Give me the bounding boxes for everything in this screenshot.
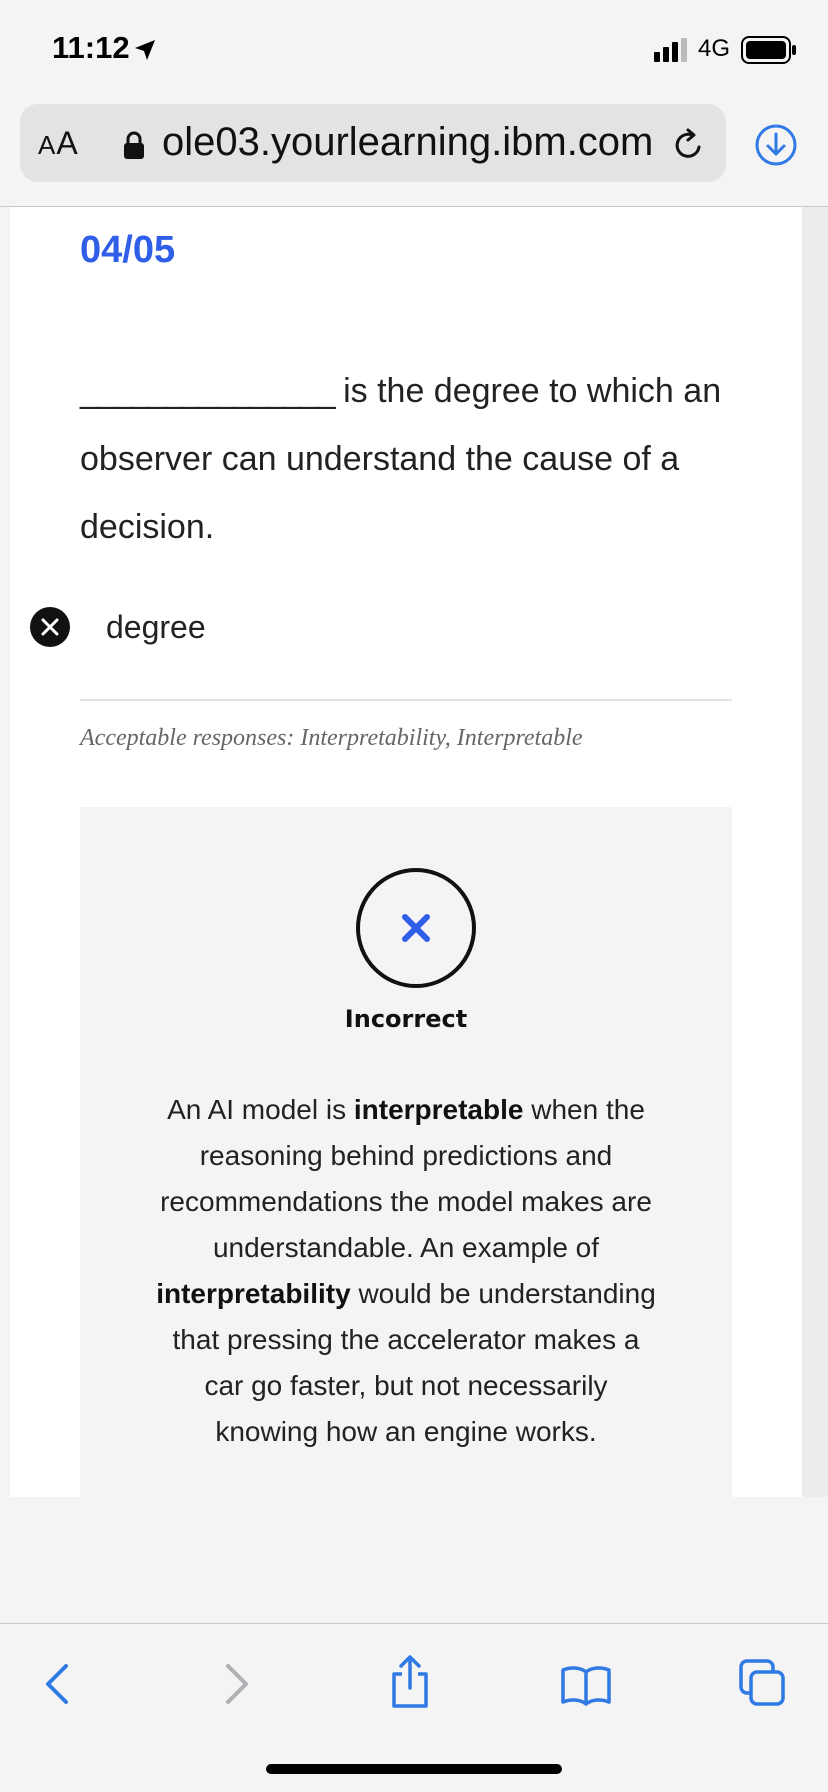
question-counter: 04/05 [80, 229, 176, 271]
battery-icon [741, 36, 796, 64]
status-time: 11:12 [52, 30, 130, 65]
forward-icon[interactable] [222, 1662, 252, 1706]
download-icon[interactable] [754, 123, 798, 167]
feedback-panel: Incorrect An AI model is interpretable w… [80, 807, 732, 1497]
reader-options-button[interactable]: AA [38, 125, 79, 162]
status-bar: 11:12 4G [0, 0, 828, 100]
feedback-explanation: An AI model is interpretable when the re… [156, 1094, 656, 1447]
bookmarks-icon[interactable] [560, 1664, 612, 1706]
answer-input[interactable]: degree [106, 609, 206, 646]
reload-icon[interactable] [672, 128, 706, 162]
home-indicator [266, 1764, 562, 1774]
location-arrow-icon [135, 40, 155, 60]
quiz-page: 04/05 _______________ is the degree to w… [10, 207, 802, 1497]
question-text: _______________ is the degree to which a… [80, 357, 730, 561]
url-text[interactable]: ole03.yourlearning.ibm.com [162, 120, 653, 165]
feedback-status: Incorrect [344, 1005, 468, 1033]
lock-icon [124, 131, 144, 159]
question-blank: _______________ [80, 372, 336, 410]
share-icon[interactable] [388, 1654, 432, 1710]
network-type: 4G [698, 35, 731, 62]
page-edge [802, 207, 828, 1497]
feedback-result-circle [356, 868, 476, 988]
back-icon[interactable] [42, 1662, 72, 1706]
incorrect-x-icon [402, 914, 430, 942]
acceptable-responses: Acceptable responses: Interpretability, … [80, 725, 583, 751]
answer-underline [80, 699, 732, 701]
incorrect-mark-icon [30, 607, 70, 647]
tabs-icon[interactable] [738, 1658, 786, 1708]
signal-icon [654, 38, 687, 62]
